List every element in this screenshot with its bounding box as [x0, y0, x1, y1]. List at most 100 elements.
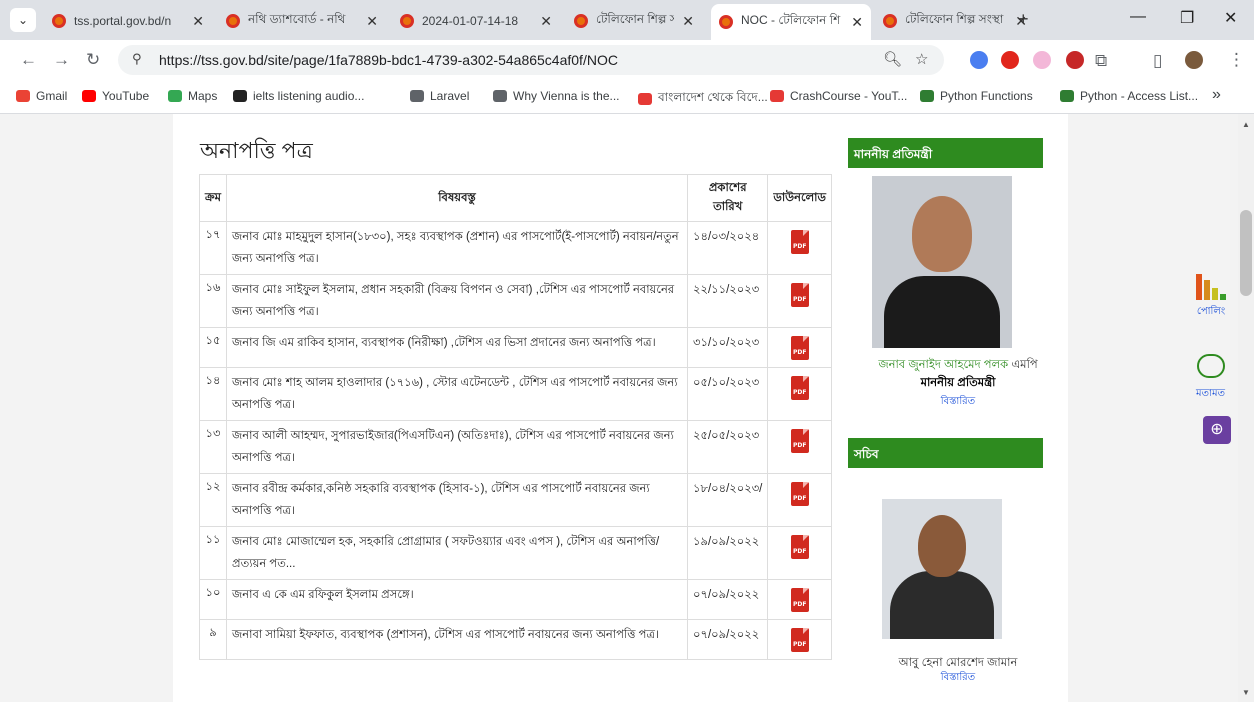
column-header: বিষয়বস্তু	[226, 174, 689, 222]
tab-title: tss.portal.gov.bd/n	[74, 14, 172, 28]
bookmark-item[interactable]: YouTube	[82, 89, 149, 103]
site-favicon-icon	[883, 14, 897, 28]
tab-title: টেলিফোন শিল্প সংস্থা	[905, 12, 1004, 26]
bookmark-item[interactable]: বাংলাদেশ থেকে বিদে...	[638, 89, 768, 109]
browser-tab[interactable]: 2024-01-07-14-18 ✕	[392, 6, 560, 36]
sidebar: মাননীয় প্রতিমন্ত্রী জনাব জুনাইদ আহমেদ প…	[848, 114, 1068, 702]
row-subject: জনাব মোঃ মোজাম্মেল হক, সহকারি প্রোগ্রামা…	[226, 526, 689, 580]
browser-tab[interactable]: নথি ড্যাশবোর্ড - নথি ✕	[218, 6, 386, 36]
reload-icon[interactable]: ↻	[86, 50, 100, 70]
bookmark-star-icon[interactable]: ☆	[915, 50, 928, 68]
bookmark-favicon-icon	[638, 93, 652, 105]
bookmark-label: Laravel	[430, 89, 470, 103]
extension-icon[interactable]	[970, 51, 988, 69]
bookmark-favicon-icon	[410, 90, 424, 102]
bar-chart-icon	[1196, 274, 1226, 300]
browser-tab[interactable]: NOC - টেলিফোন শি ✕	[711, 4, 871, 40]
table-row: ১৭ জনাব মোঃ মাহমুদুল হাসান(১৮৩০), সহঃ ব্য…	[198, 221, 832, 275]
minister-suffix: এমপি	[1011, 359, 1038, 371]
side-panel-icon[interactable]: ▯	[1153, 51, 1162, 71]
menu-dots-icon[interactable]: ⋮	[1228, 50, 1245, 70]
row-subject: জনাব মোঃ শাহ আলম হাওলাদার (১৭১৬) , স্টোর…	[226, 367, 689, 421]
bookmarks-bar: Gmail YouTube Maps ielts listening audio...…	[0, 80, 1254, 114]
minister-details-link[interactable]: বিস্তারিত	[848, 394, 1068, 411]
minimize-icon[interactable]: —	[1130, 8, 1146, 26]
extension-icon[interactable]	[1066, 51, 1084, 69]
poll-button[interactable]: পোলিং	[1196, 274, 1226, 321]
secretary-photo	[882, 499, 1002, 639]
bookmark-label: Why Vienna is the...	[513, 89, 620, 103]
address-bar[interactable]: ⚲ https://tss.gov.bd/site/page/1fa7889b-…	[118, 45, 944, 75]
pdf-download-icon[interactable]	[790, 628, 809, 652]
site-info-icon[interactable]: ⚲	[132, 51, 142, 67]
bookmark-item[interactable]: Gmail	[16, 89, 67, 103]
bookmark-item[interactable]: Why Vienna is the...	[493, 89, 620, 103]
secretary-details-link[interactable]: বিস্তারিত	[848, 670, 1068, 687]
restore-icon[interactable]: ❐	[1180, 8, 1194, 28]
browser-tab[interactable]: টেলিফোন শিল্প সংস্থা✕	[566, 6, 702, 36]
close-tab-icon[interactable]: ✕	[682, 13, 694, 30]
row-subject: জনাব মোঃ মাহমুদুল হাসান(১৮৩০), সহঃ ব্যবস…	[226, 221, 689, 275]
site-favicon-icon	[574, 14, 588, 28]
profile-avatar[interactable]	[1185, 51, 1203, 69]
noc-table: ক্রম বিষয়বস্তু প্রকাশের তারিখ ডাউনলোড ১…	[198, 174, 832, 660]
column-header: ক্রম	[198, 174, 228, 222]
row-subject: জনাব রবীন্দ্র কর্মকার,কনিষ্ঠ সহকারি ব্যব…	[226, 473, 689, 527]
row-serial: ১৪	[198, 367, 228, 421]
url-text[interactable]: https://tss.gov.bd/site/page/1fa7889b-bd…	[159, 52, 618, 68]
tab-search-button[interactable]: ⌄	[10, 8, 36, 32]
minister-title: মাননীয় প্রতিমন্ত্রী	[920, 377, 996, 389]
browser-tab[interactable]: tss.portal.gov.bd/n ✕	[44, 6, 212, 36]
more-bookmarks-button[interactable]: »	[1212, 86, 1221, 104]
pdf-download-icon[interactable]	[790, 429, 809, 453]
bookmark-label: ielts listening audio...	[253, 89, 365, 103]
page-scrollbar[interactable]: ▲ ▼	[1238, 114, 1254, 702]
pdf-download-icon[interactable]	[790, 482, 809, 506]
back-icon[interactable]: ←	[20, 50, 37, 70]
accessibility-icon[interactable]: ⊕	[1203, 416, 1231, 444]
bookmark-item[interactable]: Maps	[168, 89, 217, 103]
bookmark-favicon-icon	[770, 90, 784, 102]
forward-icon[interactable]: →	[53, 50, 70, 70]
bookmark-item[interactable]: Laravel	[410, 89, 469, 103]
row-serial: ১৩	[198, 420, 228, 474]
table-row: ৯ জনাবা সামিয়া ইফফাত, ব্যবস্থাপক (প্রশাস…	[198, 619, 832, 660]
pdf-download-icon[interactable]	[790, 588, 809, 612]
close-tab-icon[interactable]: ✕	[366, 13, 378, 30]
feedback-label: মতামত	[1196, 388, 1226, 399]
browser-toolbar: ← → ↻ ⚲ https://tss.gov.bd/site/page/1fa…	[0, 40, 1254, 80]
site-favicon-icon	[52, 14, 66, 28]
close-tab-icon[interactable]: ✕	[540, 13, 552, 30]
extensions-puzzle-icon[interactable]: ⧉	[1095, 51, 1107, 71]
tab-title: NOC - টেলিফোন শি	[741, 13, 841, 27]
pdf-download-icon[interactable]	[790, 230, 809, 254]
close-window-icon[interactable]: ✕	[1224, 8, 1237, 28]
bookmark-label: Python Functions	[940, 89, 1033, 103]
table-row: ১০ জনাব এ কে এম রফিকুল ইসলাম প্রসঙ্গে। ০৭/…	[198, 579, 832, 620]
row-date: ০৭/০৯/২০২২	[687, 579, 769, 620]
close-tab-icon[interactable]: ✕	[851, 14, 863, 31]
bookmark-item[interactable]: Python Functions	[920, 89, 1033, 103]
row-date: ২২/১১/২০২৩	[687, 274, 769, 328]
bookmark-item[interactable]: Python - Access List...	[1060, 89, 1198, 103]
pdf-download-icon[interactable]	[790, 336, 809, 360]
opera-icon[interactable]	[1001, 51, 1019, 69]
pdf-download-icon[interactable]	[790, 535, 809, 559]
minister-name[interactable]: জনাব জুনাইদ আহমেদ পলক	[878, 359, 1008, 371]
bookmark-item[interactable]: CrashCourse - YouT...	[770, 89, 907, 103]
row-serial: ১০	[198, 579, 228, 620]
bookmark-favicon-icon	[920, 90, 934, 102]
new-tab-button[interactable]: +	[1018, 9, 1029, 30]
zoom-icon[interactable]: 🔍︎	[883, 50, 902, 68]
close-tab-icon[interactable]: ✕	[192, 13, 204, 30]
row-date: ৩১/১০/২০২৩	[687, 327, 769, 368]
extension-icon[interactable]	[1033, 51, 1051, 69]
browser-tab[interactable]: টেলিফোন শিল্প সংস্থা✕	[875, 6, 1035, 36]
tab-title: 2024-01-07-14-18	[422, 14, 519, 28]
scrollbar-thumb[interactable]	[1240, 210, 1252, 296]
pdf-download-icon[interactable]	[790, 376, 809, 400]
page-title: অনাপত্তি পত্র	[200, 138, 313, 163]
feedback-button[interactable]: মতামত	[1196, 354, 1225, 403]
bookmark-item[interactable]: ielts listening audio...	[233, 89, 364, 103]
pdf-download-icon[interactable]	[790, 283, 809, 307]
